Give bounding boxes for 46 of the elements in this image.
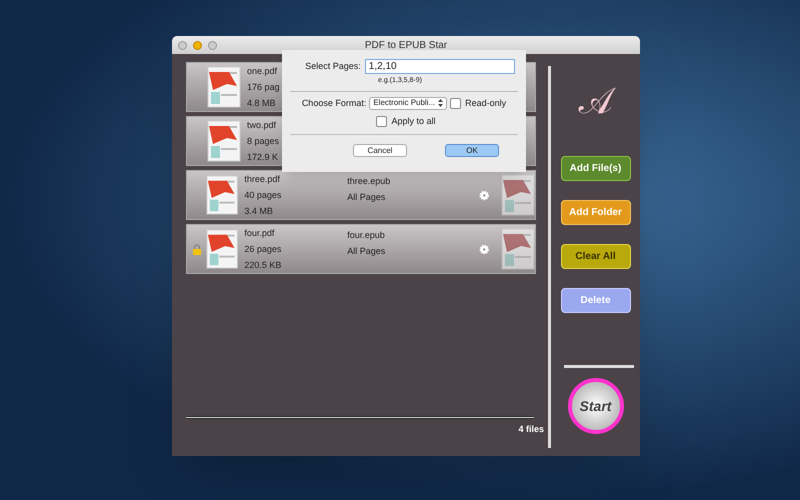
checkbox[interactable] xyxy=(376,116,388,128)
file-name: four.pdf xyxy=(244,227,274,240)
page-count: 40 pages xyxy=(244,189,282,202)
pdf-document-icon xyxy=(207,66,241,108)
pdf-document-icon xyxy=(206,228,238,270)
file-size: 3.4 MB xyxy=(244,205,273,218)
start-button[interactable]: Start xyxy=(568,378,624,434)
pages-input[interactable]: 1,2,10 xyxy=(364,59,515,74)
page-count: 8 pages xyxy=(247,135,280,148)
action-button[interactable]: Add File(s) xyxy=(560,156,630,181)
file-name: two.pdf xyxy=(247,119,276,132)
epub-document-icon xyxy=(501,174,535,216)
action-button[interactable]: Clear All xyxy=(560,244,630,269)
page-count: 176 pag xyxy=(247,81,280,94)
field-label: Select Pages: xyxy=(305,60,361,73)
file-size: 220.5 KB xyxy=(244,259,282,272)
file-name: three.pdf xyxy=(244,173,280,186)
minimize-icon[interactable] xyxy=(193,40,202,50)
close-icon[interactable] xyxy=(178,40,187,50)
checkbox-label: Read-only xyxy=(465,96,506,110)
window-title: PDF to EPUB Star xyxy=(364,38,448,52)
script-a-logo: 𝒜 xyxy=(568,72,622,132)
page-range: All Pages xyxy=(347,245,386,258)
page-count: 26 pages xyxy=(244,243,282,256)
dialog-button[interactable]: Cancel xyxy=(353,144,407,156)
format-select[interactable]: Electronic Publi... xyxy=(369,96,448,110)
dialog-button[interactable]: OK xyxy=(445,144,499,156)
field-label: Choose Format: xyxy=(302,96,366,110)
zoom-icon[interactable] xyxy=(208,40,217,50)
file-size: 4.8 MB xyxy=(247,97,276,110)
file-count: 4 files xyxy=(518,423,544,436)
checkbox-label: Apply to all xyxy=(391,115,436,128)
output-name: three.epub xyxy=(347,175,390,188)
file-name: one.pdf xyxy=(247,65,278,78)
page-range: All Pages xyxy=(347,191,386,204)
gear-icon[interactable] xyxy=(478,244,489,254)
checkbox[interactable] xyxy=(450,98,462,109)
gear-icon[interactable] xyxy=(478,190,489,200)
pdf-document-icon xyxy=(206,174,238,216)
output-name: four.epub xyxy=(347,229,385,242)
stepper-arrows-icon xyxy=(438,99,444,108)
file-row[interactable]: four.pdf 26 pages 220.5 KB four.epub All Pages xyxy=(186,224,536,274)
file-row[interactable]: three.pdf 40 pages 3.4 MB three.epub All Pages xyxy=(186,170,536,220)
pdf-document-icon xyxy=(207,120,241,162)
file-size: 172.9 K xyxy=(247,151,278,164)
epub-document-icon xyxy=(501,228,535,270)
